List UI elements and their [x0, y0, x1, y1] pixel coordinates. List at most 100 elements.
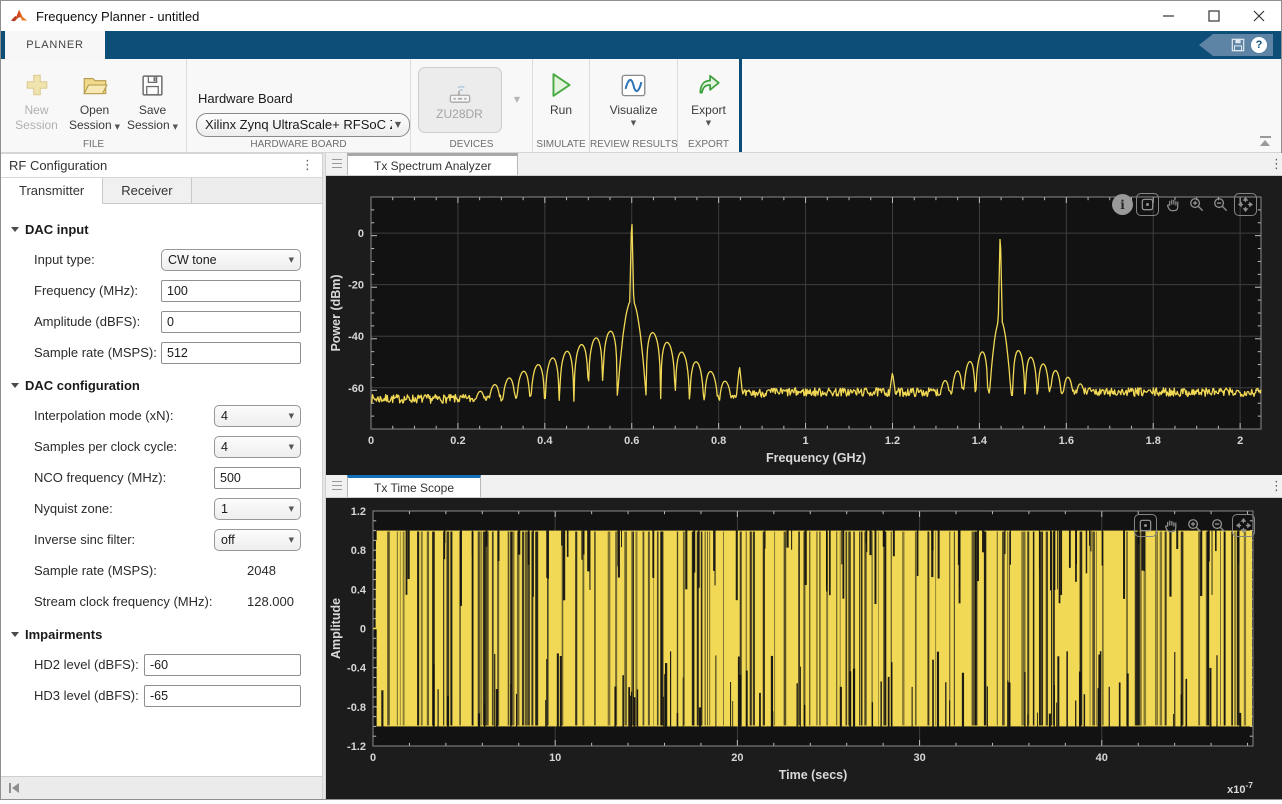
- interpolation-mode-label: Interpolation mode (xN):: [34, 408, 173, 423]
- datatip-icon[interactable]: [1136, 193, 1159, 216]
- run-play-icon: [548, 67, 574, 103]
- field-row: Samples per clock cycle: 4▼: [34, 436, 322, 458]
- nco-frequency-mhz-field[interactable]: [214, 467, 301, 489]
- input-type-label: Input type:: [34, 252, 95, 267]
- field-row: HD3 level (dBFS):: [34, 685, 322, 707]
- frequency-mhz-field[interactable]: [161, 280, 301, 302]
- field-row: Inverse sinc filter: off▼: [34, 529, 322, 551]
- rf-configuration-panel: RF Configuration ⋮ Transmitter Receiver …: [1, 153, 322, 799]
- drag-grip-icon[interactable]: [332, 481, 342, 492]
- chevron-down-icon: ▼: [289, 256, 294, 264]
- zoom-in-icon[interactable]: [1186, 194, 1207, 215]
- ribbon-bar: PLANNER ?: [1, 31, 1281, 59]
- minimize-button[interactable]: [1146, 1, 1191, 31]
- samples-per-clock-cycle-dropdown[interactable]: 4▼: [214, 436, 301, 458]
- zoom-out-icon[interactable]: [1210, 194, 1231, 215]
- toolstrip-section-hardware-board: Hardware Board Xilinx Zynq UltraScale+ R…: [187, 59, 411, 152]
- hardware-board-dropdown[interactable]: Xilinx Zynq UltraScale+ RFSoC ZC... ▼: [196, 113, 410, 137]
- nyquist-zone-dropdown[interactable]: 1▼: [214, 498, 301, 520]
- field-row: HD2 level (dBFS):: [34, 654, 322, 676]
- quick-access-toolbar: ?: [1199, 34, 1273, 56]
- fit-to-view-icon[interactable]: [1232, 514, 1255, 537]
- section-label-simulate: SIMULATE: [533, 139, 589, 150]
- y-tick-label: 1.2: [351, 506, 366, 518]
- field-row: Amplitude (dBFS):: [34, 311, 322, 333]
- sample-rate-msps-field[interactable]: [161, 342, 301, 364]
- field-row: NCO frequency (MHz):: [34, 467, 322, 489]
- scroll-to-start-icon[interactable]: [9, 783, 19, 793]
- tab-receiver[interactable]: Receiver: [103, 178, 191, 203]
- x-axis-label: Time (secs): [779, 768, 848, 782]
- hd2-level-dbfs-field[interactable]: [144, 654, 301, 676]
- hd3-level-dbfs-label: HD3 level (dBFS):: [34, 688, 139, 703]
- zoom-out-icon[interactable]: [1208, 515, 1229, 536]
- datatip-icon[interactable]: [1134, 514, 1157, 537]
- frequency-mhz-label: Frequency (MHz):: [34, 283, 138, 298]
- y-tick-label: -0.8: [347, 702, 366, 714]
- section-label-review-results: REVIEW RESULTS: [590, 139, 677, 150]
- x-tick-label: 0.8: [711, 435, 726, 447]
- pan-hand-icon[interactable]: [1160, 515, 1181, 536]
- zoom-in-icon[interactable]: [1184, 515, 1205, 536]
- new-session-button[interactable]: NewSession: [8, 67, 66, 133]
- toolstrip-section-file: NewSession OpenSession▼ SaveSession▼: [1, 59, 187, 152]
- devices-dropdown-arrow[interactable]: ▼: [506, 67, 526, 131]
- toolstrip-section-devices: ZU28DR ▼ DEVICES: [411, 59, 533, 152]
- x-tick-label: 40: [1096, 752, 1108, 764]
- y-axis-label: Amplitude: [329, 598, 343, 659]
- inverse-sinc-filter-dropdown[interactable]: off▼: [214, 529, 301, 551]
- spectrum-axes-toolbar: i: [1112, 193, 1257, 216]
- collapse-ribbon-icon[interactable]: [1259, 136, 1271, 146]
- maximize-button[interactable]: [1191, 1, 1236, 31]
- samples-per-clock-cycle-label: Samples per clock cycle:: [34, 439, 177, 454]
- nyquist-zone-label: Nyquist zone:: [34, 501, 113, 516]
- amplitude-dbfs-field[interactable]: [161, 311, 301, 333]
- tab-tx-spectrum-analyzer[interactable]: Tx Spectrum Analyzer: [347, 153, 518, 175]
- tx-time-scope-plot[interactable]: 0102030401.20.80.40-0.4-0.8-1.2Time (sec…: [326, 498, 1282, 799]
- field-row: Nyquist zone: 1▼: [34, 498, 322, 520]
- section-label-hardware-board: HARDWARE BOARD: [187, 139, 410, 150]
- device-zu28dr-button[interactable]: ZU28DR: [418, 67, 502, 133]
- tab-tx-time-scope[interactable]: Tx Time Scope: [347, 475, 481, 497]
- open-session-button[interactable]: OpenSession▼: [66, 67, 124, 133]
- tx-spectrum-analyzer-plot[interactable]: 00.20.40.60.811.21.41.61.820-20-40-60Fre…: [326, 176, 1282, 475]
- sample-rate-msps-label: Sample rate (MSPS):: [34, 345, 157, 360]
- interpolation-mode-dropdown[interactable]: 4▼: [214, 405, 301, 427]
- open-session-dropdown-arrow: ▼: [115, 123, 120, 131]
- rf-configuration-menu-icon[interactable]: ⋮: [301, 158, 314, 173]
- transmitter-form: DAC input Input type: CW tone▼ Frequency (…: [1, 204, 322, 780]
- field-row: Frequency (MHz):: [34, 280, 322, 302]
- section-dac-input[interactable]: DAC input: [11, 222, 322, 237]
- save-session-button[interactable]: SaveSession▼: [124, 67, 182, 133]
- hd3-level-dbfs-field[interactable]: [144, 685, 301, 707]
- spectrum-tabbar: Tx Spectrum Analyzer ⋮: [326, 153, 1282, 176]
- section-label-file: FILE: [1, 139, 186, 150]
- rf-configuration-tabbar: Transmitter Receiver: [1, 178, 322, 204]
- collapse-triangle-icon: [11, 383, 19, 388]
- drag-grip-icon[interactable]: [332, 159, 342, 170]
- export-button[interactable]: Export ▼: [682, 67, 736, 127]
- help-icon[interactable]: ?: [1251, 37, 1267, 53]
- toolstrip: NewSession OpenSession▼ SaveSession▼: [1, 59, 1281, 153]
- horizontal-scrollbar[interactable]: [1, 776, 322, 799]
- info-icon[interactable]: i: [1112, 194, 1133, 215]
- x-tick-label: 0.6: [624, 435, 639, 447]
- pan-hand-icon[interactable]: [1162, 194, 1183, 215]
- input-type-dropdown[interactable]: CW tone▼: [161, 249, 301, 271]
- x-tick-label: 10: [549, 752, 561, 764]
- tab-planner[interactable]: PLANNER: [5, 31, 105, 59]
- section-dac-configuration[interactable]: DAC configuration: [11, 378, 322, 393]
- run-button[interactable]: Run: [536, 67, 586, 118]
- visualize-button[interactable]: Visualize ▼: [599, 67, 669, 127]
- dac-sample-rate-msps-label: Sample rate (MSPS):: [34, 563, 157, 578]
- x-tick-label: 1.8: [1146, 435, 1161, 447]
- quick-save-icon[interactable]: [1231, 38, 1245, 52]
- fit-to-view-icon[interactable]: [1234, 193, 1257, 216]
- close-button[interactable]: [1236, 1, 1281, 31]
- spectrum-plot-svg: 00.20.40.60.811.21.41.61.820-20-40-60Fre…: [326, 176, 1282, 475]
- inverse-sinc-filter-label: Inverse sinc filter:: [34, 532, 135, 547]
- tab-transmitter[interactable]: Transmitter: [1, 178, 103, 204]
- section-impairments[interactable]: Impairments: [11, 627, 322, 642]
- spectrum-panel-menu-icon[interactable]: ⋮: [1259, 153, 1282, 175]
- timescope-panel-menu-icon[interactable]: ⋮: [1259, 475, 1282, 497]
